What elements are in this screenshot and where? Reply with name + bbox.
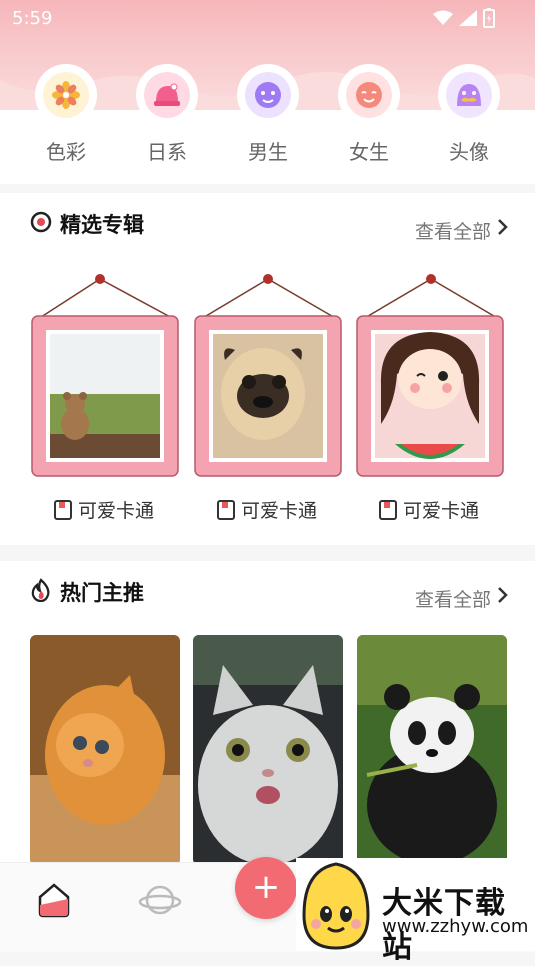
target-icon [30,211,52,238]
category-label: 女生 [349,140,389,164]
category-japanese[interactable]: 日系 [132,68,202,165]
featured-title: 精选专辑 [30,209,144,239]
status-time: 5:59 [12,8,53,29]
popular-image-white-cat[interactable] [193,635,343,865]
album-caption: 可爱卡通 [379,496,479,523]
popular-title: 热门主推 [30,577,144,607]
featured-view-all-link[interactable]: 查看全部 [415,217,508,244]
album-card[interactable]: 可爱卡通 [30,274,182,522]
popular-image-kitten[interactable] [30,635,180,865]
category-row: 色彩 日系 男生 女生 头像 [0,68,535,184]
boy-face-icon [245,72,291,118]
album-frame [355,274,505,479]
watermark: 大米下载站 www.zzhyw.com [296,858,535,965]
album-card[interactable]: 可爱卡通 [355,274,507,522]
flower-icon [43,72,89,118]
album-frame [30,274,180,479]
album-card[interactable]: 可爱卡通 [193,274,345,522]
planet-icon[interactable] [138,881,182,923]
album-frame [193,274,343,479]
home-icon[interactable] [36,881,72,923]
status-bar: 5:59 [0,0,535,36]
wifi-icon [433,10,453,31]
popular-image-panda[interactable] [357,635,507,865]
category-girls[interactable]: 女生 [334,68,404,165]
popular-view-all-link[interactable]: 查看全部 [415,585,508,612]
chevron-right-icon [497,585,509,610]
signal-icon [459,10,477,31]
category-label: 日系 [147,140,187,164]
category-label: 男生 [248,140,288,164]
album-caption: 可爱卡通 [217,496,317,523]
hat-icon [144,72,190,118]
category-avatars[interactable]: 头像 [434,68,504,165]
add-button[interactable]: + [235,857,297,919]
bookmark-icon [217,499,235,520]
girl-face-icon [346,72,392,118]
mascot-logo [298,860,374,954]
category-label: 色彩 [46,140,86,164]
flame-icon [30,577,52,607]
category-boys[interactable]: 男生 [233,68,303,165]
bookmark-icon [379,499,397,520]
mustache-face-icon [446,72,492,118]
category-colors[interactable]: 色彩 [31,68,101,165]
battery-icon [483,8,495,33]
chevron-right-icon [497,217,509,242]
bookmark-icon [54,499,72,520]
album-caption: 可爱卡通 [54,496,154,523]
watermark-url: www.zzhyw.com [382,916,529,937]
category-label: 头像 [449,140,489,164]
